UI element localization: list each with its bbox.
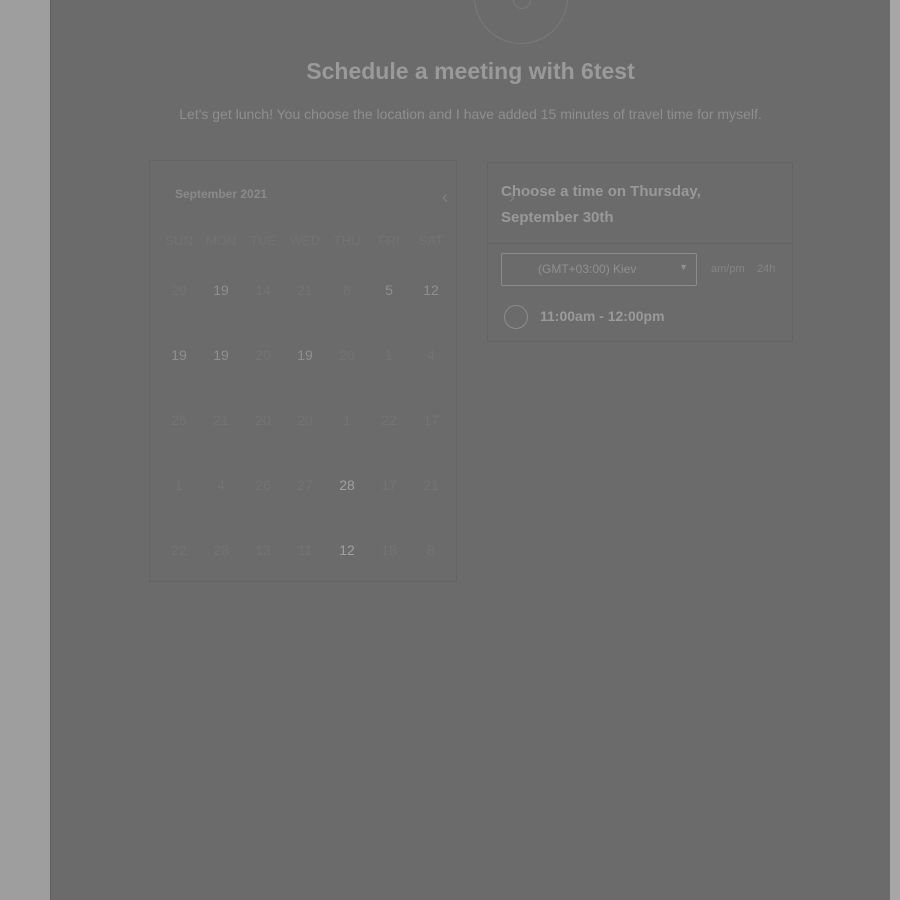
calendar-day: 17 — [423, 412, 439, 428]
calendar-day[interactable]: 5 — [368, 277, 410, 342]
calendar-day: 20 — [297, 412, 313, 428]
calendar-day: 17 — [381, 477, 397, 493]
calendar-day: 28 — [213, 542, 229, 558]
time-panel-header: Choose a time on Thursday, September 30t… — [488, 163, 792, 244]
calendar-day: 4 — [427, 347, 435, 363]
timezone-select[interactable]: (GMT+03:00) Kiev ▼ — [501, 253, 697, 286]
calendar-week-row: 29 19 14 21 8 5 12 — [158, 277, 452, 342]
calendar-day: 21 — [213, 412, 229, 428]
calendar-prev-button[interactable]: ‹ — [435, 187, 455, 207]
time-format-ampm-toggle[interactable]: am/pm — [711, 263, 745, 275]
calendar-week-row: 25 21 20 20 1 22 17 — [158, 407, 452, 472]
weekday-label: TUE — [250, 233, 276, 248]
weekday-label: FRI — [378, 233, 400, 248]
calendar-day[interactable]: 19 — [200, 342, 242, 407]
calendar-day: 26 — [255, 477, 271, 493]
time-slot-panel: Choose a time on Thursday, September 30t… — [487, 162, 793, 342]
calendar-day: 1 — [385, 347, 393, 363]
chevron-left-icon: ‹ — [442, 187, 448, 207]
calendar-day[interactable]: 12 — [410, 277, 452, 342]
calendar-day: 22 — [381, 412, 397, 428]
calendar-day: 22 — [171, 542, 187, 558]
caret-down-icon: ▼ — [679, 262, 688, 272]
calendar-day[interactable]: 28 — [326, 472, 368, 537]
calendar-day: 14 — [255, 282, 271, 298]
calendar-month-label: September 2021 — [175, 187, 268, 201]
time-slot-label[interactable]: 11:00am - 12:00pm — [540, 308, 665, 324]
calendar-day[interactable]: 19 — [284, 342, 326, 407]
calendar-day: 13 — [255, 542, 271, 558]
page-title: Schedule a meeting with 6test — [306, 58, 635, 84]
calendar-day: 18 — [381, 542, 397, 558]
calendar-day: 1 — [175, 477, 183, 493]
weekday-label: SAT — [418, 233, 444, 248]
calendar-day: 20 — [339, 347, 355, 363]
calendar-day: 11 — [297, 542, 313, 558]
page-subtitle: Let's get lunch! You choose the location… — [179, 106, 762, 122]
calendar-day-grid: 29 19 14 21 8 5 12 19 19 20 19 20 1 4 25 21 20 20 1 22 17 1 4 2… — [158, 277, 452, 602]
time-panel-heading: Choose a time on Thursday, September 30t… — [501, 183, 701, 226]
calendar-week-row: 1 4 26 27 28 17 21 — [158, 472, 452, 537]
calendar-day: 20 — [255, 347, 271, 363]
calendar-day: 25 — [171, 412, 187, 428]
weekday-header-row: SUN MON TUE WED THU FRI SAT — [158, 233, 452, 248]
timezone-value: (GMT+03:00) Kiev — [538, 262, 637, 276]
date-picker-calendar: September 2021 ‹ › SUN MON TUE WED THU F… — [149, 160, 515, 582]
scrollbar-track[interactable] — [890, 0, 900, 900]
calendar-day: 21 — [297, 282, 313, 298]
calendar-day: 20 — [255, 412, 271, 428]
calendar-day: 8 — [343, 282, 351, 298]
calendar-day[interactable]: 19 — [158, 342, 200, 407]
weekday-label: SUN — [165, 233, 193, 248]
calendar-week-row: 19 19 20 19 20 1 4 — [158, 342, 452, 407]
weekday-label: WED — [289, 233, 321, 248]
calendar-day: 29 — [171, 282, 187, 298]
calendar-day: 8 — [427, 542, 435, 558]
calendar-day[interactable]: 12 — [326, 537, 368, 602]
calendar-day: 21 — [423, 477, 439, 493]
calendar-day: 27 — [297, 477, 313, 493]
calendar-day: 1 — [343, 412, 351, 428]
calendar-week-row: 22 28 13 11 12 18 8 — [158, 537, 452, 602]
calendar-day: 4 — [217, 477, 225, 493]
time-format-24h-toggle[interactable]: 24h — [757, 263, 775, 275]
host-avatar — [474, 0, 568, 44]
weekday-label: MON — [205, 233, 237, 248]
scheduling-page: Schedule a meeting with 6test Let's get … — [50, 0, 891, 900]
time-slot-radio[interactable] — [504, 305, 528, 329]
calendar-day[interactable]: 19 — [200, 277, 242, 342]
weekday-label: THU — [333, 233, 361, 248]
avatar-inner-circle — [513, 0, 531, 9]
